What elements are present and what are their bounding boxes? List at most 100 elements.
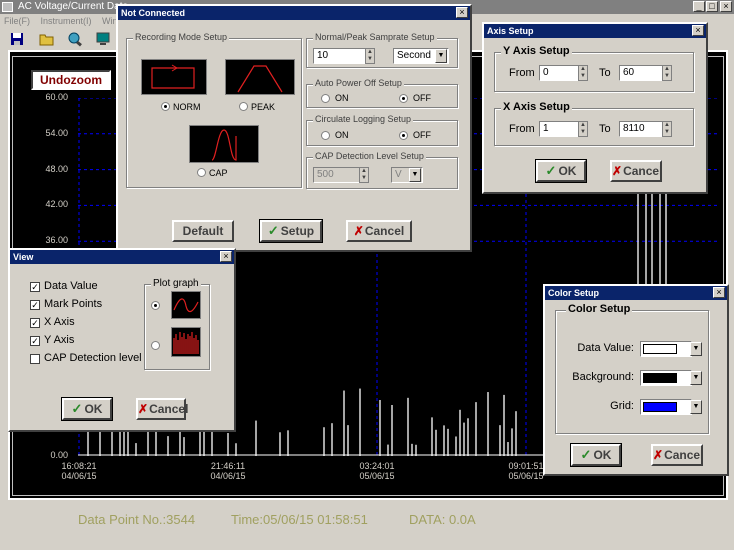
view-dialog-close-icon[interactable]: × — [220, 251, 232, 262]
auto-power-off-option-label: OFF — [413, 93, 431, 103]
default-button-label: Default — [182, 224, 224, 238]
samprate-label: Normal/Peak Samprate Setup — [313, 32, 437, 42]
x-from-spin-icon[interactable]: ▲ ▼ — [578, 121, 588, 137]
circulate-logging-group: Circulate Logging Setup ON OFF — [306, 114, 458, 146]
bar-plot-icon — [171, 327, 201, 357]
cancel-x-icon: ✗ — [138, 402, 149, 416]
line-plot-radio[interactable] — [151, 301, 160, 310]
main-window-title: AC Voltage/Current Data — [18, 1, 129, 12]
color-select[interactable] — [640, 399, 692, 415]
x-axis-group: X Axis Setup From 1 ▲ ▼ To 8110 ▲ ▼ — [494, 101, 694, 146]
color-swatch — [643, 373, 677, 383]
color-chevron-down-icon[interactable]: ▼ — [690, 371, 702, 385]
view-ok-button[interactable]: ✓ OK — [61, 397, 113, 421]
y-tick-label: 54.00 — [45, 127, 68, 138]
axis-cancel-button[interactable]: ✗Cancel — [610, 160, 662, 182]
peak-label: PEAK — [251, 102, 276, 112]
view-checkbox[interactable] — [30, 354, 40, 364]
color-select[interactable] — [640, 370, 692, 386]
auto-power-off-radio[interactable] — [399, 94, 408, 103]
recording-dialog-title: Not Connected — [118, 6, 470, 20]
y-from-spin-icon[interactable]: ▲ ▼ — [578, 65, 588, 81]
setup-button[interactable]: ✓ Setup — [259, 219, 323, 243]
color-select[interactable] — [640, 341, 692, 357]
color-swatch — [643, 402, 677, 412]
y-tick-label: 60.00 — [45, 92, 68, 102]
samprate-group: Normal/Peak Samprate Setup 10 ▲ ▼ Second … — [306, 32, 458, 68]
view-dialog: View × Plot graph ✓ OK ✗Cancel ✓ Data Valu… — [8, 248, 236, 432]
default-button[interactable]: Default — [172, 220, 234, 242]
x-tick-time: 03:24:01 — [359, 461, 395, 471]
view-checkbox-label: X Axis — [44, 316, 75, 328]
axis-dialog-title: Axis Setup — [484, 24, 706, 38]
peak-radio[interactable] — [239, 102, 248, 111]
y-to-spin-icon[interactable]: ▲ ▼ — [662, 65, 672, 81]
open-folder-icon[interactable] — [38, 30, 56, 48]
cancel-x-icon: ✗ — [353, 224, 364, 238]
check-icon: ✓ — [71, 401, 83, 416]
cap-mode-icon — [189, 125, 259, 163]
undozoom-button[interactable]: Undozoom — [31, 70, 111, 90]
view-checkbox-label: Mark Points — [44, 298, 103, 310]
x-tick-date: 04/06/15 — [61, 471, 97, 481]
color-cancel-button[interactable]: ✗Cancel — [651, 444, 703, 466]
norm-radio[interactable] — [161, 102, 170, 111]
x-tick-date: 05/06/15 — [359, 471, 395, 481]
maximize-icon[interactable]: □ — [706, 1, 718, 12]
close-icon[interactable]: × — [720, 1, 732, 12]
axis-dialog-close-icon[interactable]: × — [692, 25, 704, 36]
bar-plot-radio[interactable] — [151, 341, 160, 350]
axis-setup-dialog: Axis Setup × Y Axis Setup From 0 ▲ ▼ To 6… — [482, 22, 708, 194]
cap-radio[interactable] — [197, 168, 206, 177]
y-to-label: To — [599, 67, 611, 79]
minimize-icon[interactable]: _ — [693, 1, 705, 12]
cap-detection-label: CAP Detection Level Setup — [313, 151, 426, 161]
y-axis-setup-label: Y Axis Setup — [501, 45, 572, 57]
circulate-off-radio[interactable] — [399, 131, 408, 140]
color-row-label: Data Value: — [577, 342, 634, 354]
color-row-label: Grid: — [610, 400, 634, 412]
view-checkbox[interactable]: ✓ — [30, 282, 40, 292]
peak-mode-icon — [225, 59, 295, 95]
view-checkbox[interactable]: ✓ — [30, 318, 40, 328]
x-to-spin-icon[interactable]: ▲ ▼ — [662, 121, 672, 137]
color-dialog-close-icon[interactable]: × — [713, 287, 725, 298]
menu-instrument[interactable]: Instrument(I) — [41, 16, 92, 26]
plot-graph-label: Plot graph — [151, 278, 201, 289]
color-chevron-down-icon[interactable]: ▼ — [690, 400, 702, 414]
color-ok-button[interactable]: ✓ OK — [570, 443, 622, 467]
axis-ok-button[interactable]: ✓ OK — [535, 159, 587, 183]
view-checkbox[interactable]: ✓ — [30, 300, 40, 310]
view-checkbox-label: CAP Detection level — [44, 352, 142, 364]
view-checkbox[interactable]: ✓ — [30, 336, 40, 346]
color-setup-group-label: Color Setup — [566, 303, 633, 315]
check-icon: ✓ — [580, 447, 592, 462]
samprate-spin-icon[interactable]: ▲ ▼ — [365, 48, 375, 64]
search-icon[interactable] — [66, 30, 84, 48]
y-tick-label: 36.00 — [45, 235, 68, 246]
samprate-chevron-down-icon[interactable]: ▼ — [435, 49, 447, 63]
view-cancel-button[interactable]: ✗Cancel — [136, 398, 188, 420]
save-icon[interactable] — [8, 30, 26, 48]
view-dialog-title: View — [10, 250, 234, 264]
recording-cancel-button[interactable]: ✗Cancel — [346, 220, 412, 242]
circulate-on-radio[interactable] — [321, 131, 330, 140]
x-to-label: To — [599, 123, 611, 135]
x-tick-label: 16:08:21 04/06/15 — [49, 461, 109, 481]
color-ok-label: OK — [593, 448, 612, 462]
recording-dialog-close-icon[interactable]: × — [456, 7, 468, 18]
x-tick-time: 16:08:21 — [61, 461, 97, 471]
cap-detection-group: CAP Detection Level Setup 500 ▲ ▼ V ▼ — [306, 151, 458, 189]
time-readout: Time:05/06/15 01:58:51 — [231, 512, 368, 527]
auto-power-on-radio[interactable] — [321, 94, 330, 103]
recording-mode-group: Recording Mode Setup NORM PEAK CAP — [126, 32, 302, 188]
check-icon: ✓ — [545, 163, 557, 178]
cap-level-spin-icon: ▲ ▼ — [359, 167, 369, 183]
auto-power-off-label: Auto Power Off Setup — [313, 78, 404, 88]
monitor-icon[interactable] — [94, 30, 112, 48]
color-dialog-title: Color Setup — [545, 286, 727, 300]
color-chevron-down-icon[interactable]: ▼ — [690, 342, 702, 356]
color-swatch — [643, 344, 677, 354]
color-setup-dialog: Color Setup × Color Setup Data Value: ▼ Ba… — [543, 284, 729, 476]
menu-file[interactable]: File(F) — [4, 16, 30, 26]
